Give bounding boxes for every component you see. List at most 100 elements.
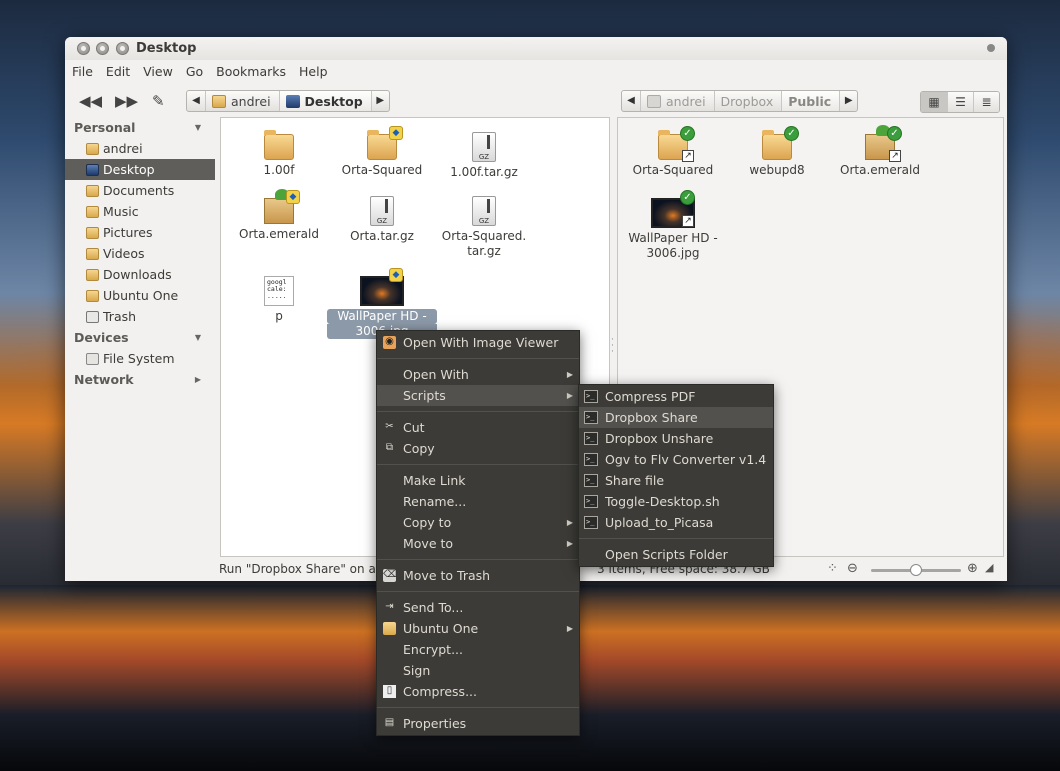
menu-item-label: Scripts	[403, 388, 446, 403]
file-item[interactable]: 1.00f	[224, 130, 334, 178]
crumb-public[interactable]: Public	[781, 91, 840, 111]
text-document-icon: googl cale: .....	[264, 276, 294, 306]
expand-arrow-icon[interactable]: ▶	[195, 369, 201, 390]
properties-icon: ▤	[384, 717, 395, 728]
dropbox-emblem-icon: ◆	[389, 268, 403, 282]
forward-arrow-icon[interactable]: ▶▶	[115, 92, 138, 110]
compact-view-icon[interactable]: ≣	[973, 92, 999, 112]
menu-bookmarks[interactable]: Bookmarks	[216, 64, 286, 79]
home-folder-icon	[212, 94, 226, 108]
symlink-emblem-icon: ↗	[682, 150, 694, 162]
pathbar-left-prev-arrow-icon[interactable]: ◀	[187, 91, 205, 111]
sidebar-item-andrei[interactable]: andrei	[65, 138, 215, 159]
script-share-file[interactable]: >_ Share file	[579, 470, 773, 491]
pathbar-right-next-arrow-icon[interactable]: ▶	[839, 91, 857, 111]
pictures-folder-icon	[86, 226, 99, 239]
drive-icon	[86, 352, 99, 365]
script-dropbox-share[interactable]: >_ Dropbox Share	[579, 407, 773, 428]
menu-item-send-to[interactable]: ⇥ Send To...	[377, 597, 579, 618]
file-item[interactable]: ✓ webupd8	[722, 126, 832, 178]
menu-item-move-to[interactable]: Move to ▶	[377, 533, 579, 554]
sidebar-item-music[interactable]: Music	[65, 201, 215, 222]
collapse-arrow-icon[interactable]: ▼	[195, 327, 201, 348]
menu-item-move-to-trash[interactable]: ⌫ Move to Trash	[377, 565, 579, 586]
file-name: Orta.tar.gz	[350, 229, 414, 243]
sidebar-section-devices[interactable]: Devices ▼	[65, 327, 215, 348]
menu-go[interactable]: Go	[186, 64, 203, 79]
pathbar-left-next-arrow-icon[interactable]: ▶	[370, 91, 389, 111]
zoom-out-icon[interactable]: ⊖	[847, 561, 858, 576]
menu-help[interactable]: Help	[299, 64, 328, 79]
sidebar-item-downloads[interactable]: Downloads	[65, 264, 215, 285]
submenu-arrow-icon: ▶	[566, 539, 573, 548]
menu-file[interactable]: File	[72, 64, 93, 79]
menu-item-sign[interactable]: Sign	[377, 660, 579, 681]
file-item[interactable]: GZ 1.00f.tar.gz	[429, 132, 539, 180]
menu-item-ubuntu-one[interactable]: Ubuntu One ▶	[377, 618, 579, 639]
menu-item-make-link[interactable]: Make Link	[377, 470, 579, 491]
menu-item-copy[interactable]: ⧉ Copy	[377, 438, 579, 459]
sidebar-section-personal[interactable]: Personal ▼	[65, 117, 215, 138]
collapse-arrow-icon[interactable]: ▼	[195, 117, 201, 138]
icon-view-icon[interactable]: ▦	[921, 92, 947, 112]
videos-folder-icon	[86, 247, 99, 260]
file-name: p	[275, 309, 283, 323]
crumb-home[interactable]: andrei	[205, 91, 279, 111]
close-window-button[interactable]	[77, 42, 90, 55]
crumb-dropbox[interactable]: Dropbox	[713, 91, 782, 111]
window-menu-dot-icon[interactable]	[987, 44, 995, 52]
menu-item-properties[interactable]: ▤ Properties	[377, 713, 579, 734]
sidebar-item-file-system[interactable]: File System	[65, 348, 215, 369]
menu-item-copy-to[interactable]: Copy to ▶	[377, 512, 579, 533]
file-item[interactable]: googl cale: ..... p	[224, 276, 334, 324]
back-arrow-icon[interactable]: ◀◀	[79, 92, 102, 110]
sidebar-item-documents[interactable]: Documents	[65, 180, 215, 201]
maximize-window-button[interactable]	[116, 42, 129, 55]
file-item[interactable]: ◆ Orta-Squared	[327, 126, 437, 178]
menu-item-open-with[interactable]: Open With ▶	[377, 364, 579, 385]
pane-divider-grip[interactable]: · · ·	[611, 336, 615, 357]
crumb-desktop[interactable]: Desktop	[278, 91, 371, 111]
archive-icon: GZ	[370, 196, 394, 226]
file-item[interactable]: ✓ ↗ Orta.emerald	[825, 125, 935, 178]
script-upload-to-picasa[interactable]: >_ Upload_to_Picasa	[579, 512, 773, 533]
file-item[interactable]: GZ Orta-Squared. tar.gz	[429, 196, 539, 259]
menu-view[interactable]: View	[143, 64, 173, 79]
resize-grip-icon[interactable]: ◢	[985, 561, 993, 574]
menu-item-scripts[interactable]: Scripts ▶	[377, 385, 579, 406]
file-item[interactable]: ✓ ↗ WallPaper HD - 3006.jpg	[618, 190, 728, 261]
file-item[interactable]: ◆ Orta.emerald	[224, 189, 334, 242]
script-ogv-to-flv[interactable]: >_ Ogv to Flv Converter v1.4	[579, 449, 773, 470]
pathbar-left: ◀ andrei Desktop ▶	[186, 90, 390, 112]
edit-pencil-icon[interactable]: ✎	[152, 92, 165, 110]
file-item[interactable]: ✓ ↗ Orta-Squared	[618, 126, 728, 178]
menu-item-encrypt[interactable]: Encrypt...	[377, 639, 579, 660]
sidebar-item-desktop[interactable]: Desktop	[65, 159, 215, 180]
zoom-in-icon[interactable]: ⊕	[967, 561, 978, 576]
menu-edit[interactable]: Edit	[106, 64, 130, 79]
script-dropbox-unshare[interactable]: >_ Dropbox Unshare	[579, 428, 773, 449]
pathbar-right-prev-arrow-icon[interactable]: ◀	[622, 91, 640, 111]
menu-item-open-with-image-viewer[interactable]: ◉ Open With Image Viewer	[377, 332, 579, 353]
sidebar-section-network[interactable]: Network ▶	[65, 369, 215, 390]
folder-icon	[264, 130, 294, 160]
open-scripts-folder[interactable]: Open Scripts Folder	[579, 544, 773, 565]
titlebar: Desktop	[65, 37, 1007, 60]
script-toggle-desktop[interactable]: >_ Toggle-Desktop.sh	[579, 491, 773, 512]
menu-item-rename[interactable]: Rename...	[377, 491, 579, 512]
sidebar-item-trash[interactable]: Trash	[65, 306, 215, 327]
minimize-window-button[interactable]	[96, 42, 109, 55]
crumb-andrei[interactable]: andrei	[640, 91, 714, 111]
sidebar-item-pictures[interactable]: Pictures	[65, 222, 215, 243]
script-compress-pdf[interactable]: >_ Compress PDF	[579, 386, 773, 407]
archive-icon: GZ	[472, 132, 496, 162]
list-view-icon[interactable]: ☰	[947, 92, 973, 112]
menu-item-label: Rename...	[403, 494, 467, 509]
sidebar-item-videos[interactable]: Videos	[65, 243, 215, 264]
sidebar-item-ubuntu-one[interactable]: Ubuntu One	[65, 285, 215, 306]
file-item[interactable]: GZ Orta.tar.gz	[327, 196, 437, 244]
sync-ok-emblem-icon: ✓	[680, 190, 695, 205]
menu-item-cut[interactable]: ✂ Cut	[377, 417, 579, 438]
menu-item-compress[interactable]: ▯ Compress...	[377, 681, 579, 702]
zoom-slider-knob[interactable]	[910, 564, 922, 576]
